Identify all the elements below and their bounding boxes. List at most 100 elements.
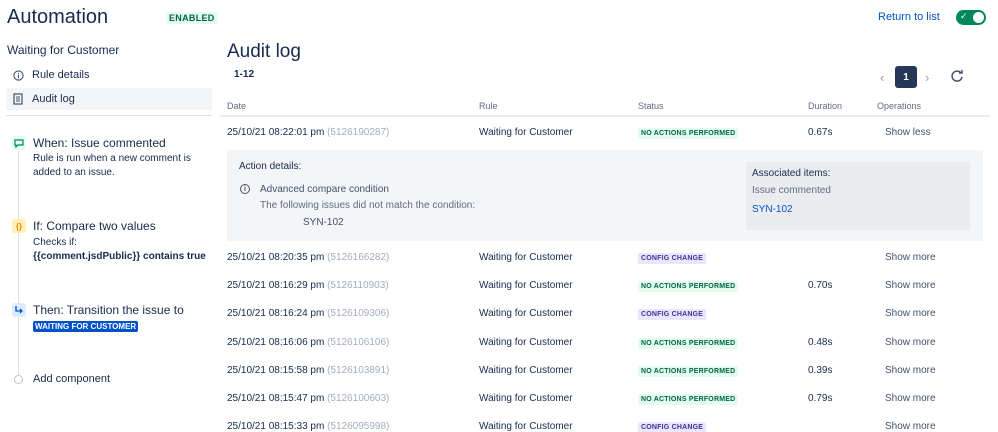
- condition-name: Advanced compare condition: [260, 184, 389, 195]
- rule-enabled-toggle[interactable]: ✓: [956, 10, 986, 25]
- row-id: (5126110903): [327, 280, 389, 291]
- column-header-operations: Operations: [877, 101, 922, 111]
- row-date: 25/10/21 08:16:06 pm (5126106106): [227, 337, 389, 348]
- table-row[interactable]: 25/10/21 08:16:06 pm (5126106106) Waitin…: [220, 331, 990, 359]
- sidebar-item-label: Audit log: [32, 93, 75, 105]
- table-header-divider: [220, 115, 990, 117]
- row-id: (5126100603): [327, 393, 390, 404]
- info-circle-icon: [12, 69, 24, 81]
- row-id: (5126109306): [327, 308, 390, 319]
- action-details-panel: Action details: i Advanced compare condi…: [227, 150, 983, 241]
- row-duration: 0.39s: [808, 365, 833, 376]
- condition-description: Checks if: {{comment.jsdPublic}} contain…: [33, 236, 206, 264]
- condition-issue-key: SYN-102: [303, 217, 344, 228]
- table-row[interactable]: 25/10/21 08:16:29 pm (5126110903) Waitin…: [220, 274, 990, 302]
- braces-icon: {}: [12, 219, 26, 233]
- sidebar-item-rule-details[interactable]: Rule details: [6, 64, 212, 86]
- row-rule: Waiting for Customer: [479, 127, 573, 138]
- row-date: 25/10/21 08:16:24 pm (5126109306): [227, 308, 389, 319]
- page-1-button[interactable]: 1: [895, 66, 917, 88]
- table-row[interactable]: 25/10/21 08:15:33 pm (5126095998) Waitin…: [220, 415, 990, 432]
- row-date: 25/10/21 08:20:35 pm (5126166282): [227, 252, 389, 263]
- row-date: 25/10/21 08:16:29 pm (5126110903): [227, 280, 389, 291]
- result-range: 1-12: [234, 69, 255, 80]
- sidebar-item-label: Rule details: [32, 69, 90, 81]
- row-id: (5126106106): [327, 337, 390, 348]
- column-header-duration: Duration: [808, 101, 843, 111]
- show-less-link[interactable]: Show less: [885, 127, 931, 138]
- row-rule: Waiting for Customer: [479, 252, 573, 263]
- row-rule: Waiting for Customer: [479, 280, 573, 291]
- sidebar-item-audit-log[interactable]: Audit log: [6, 88, 212, 110]
- status-badge: CONFIG CHANGE: [638, 422, 707, 432]
- column-header-rule: Rule: [479, 101, 498, 111]
- app-title: Automation: [7, 6, 109, 28]
- chevron-left-icon[interactable]: ‹: [880, 70, 884, 85]
- associated-items-title: Associated items:: [752, 168, 831, 179]
- chevron-right-icon[interactable]: ›: [925, 70, 929, 85]
- check-icon: ✓: [960, 11, 968, 21]
- row-id: (5126095998): [327, 421, 390, 432]
- trigger-title[interactable]: When: Issue commented: [33, 136, 166, 150]
- table-row[interactable]: 25/10/21 08:16:24 pm (5126109306) Waitin…: [220, 302, 990, 330]
- row-rule: Waiting for Customer: [479, 365, 573, 376]
- enabled-badge: ENABLED: [166, 12, 218, 24]
- row-date-text: 25/10/21 08:20:35 pm: [227, 252, 325, 263]
- show-more-link[interactable]: Show more: [885, 308, 936, 319]
- status-badge: NO ACTIONS PERFORMED: [638, 366, 739, 377]
- table-row[interactable]: 25/10/21 08:20:35 pm (5126166282) Waitin…: [220, 246, 990, 274]
- row-rule: Waiting for Customer: [479, 337, 573, 348]
- status-badge: NO ACTIONS PERFORMED: [638, 338, 739, 349]
- row-date-text: 25/10/21 08:15:47 pm: [227, 393, 325, 404]
- row-duration: 0.70s: [808, 280, 833, 291]
- row-date: 25/10/21 08:15:58 pm (5126103891): [227, 365, 389, 376]
- column-header-status: Status: [638, 101, 664, 111]
- row-id: (5126190287): [327, 127, 390, 138]
- rule-name-heading: Waiting for Customer: [7, 43, 120, 57]
- row-rule: Waiting for Customer: [479, 393, 573, 404]
- show-more-link[interactable]: Show more: [885, 280, 936, 291]
- page-title: Audit log: [227, 41, 301, 62]
- table-row[interactable]: 25/10/21 08:15:47 pm (5126100603) Waitin…: [220, 387, 990, 415]
- row-duration: 0.79s: [808, 393, 833, 404]
- show-more-link[interactable]: Show more: [885, 393, 936, 404]
- trigger-description: Rule is run when a new comment is added …: [33, 152, 191, 180]
- row-date-text: 25/10/21 08:15:58 pm: [227, 365, 325, 376]
- associated-items-subtitle: Issue commented: [752, 185, 831, 196]
- condition-expression: {{comment.jsdPublic}} contains true: [33, 251, 206, 262]
- add-component-button[interactable]: Add component: [33, 373, 110, 385]
- toggle-knob: [973, 12, 984, 23]
- column-header-date: Date: [227, 101, 247, 111]
- associated-items-box: Associated items: Issue commented SYN-10…: [746, 162, 970, 230]
- show-more-link[interactable]: Show more: [885, 421, 936, 432]
- status-badge: NO ACTIONS PERFORMED: [638, 394, 739, 405]
- status-badge: CONFIG CHANGE: [638, 309, 707, 320]
- row-date-text: 25/10/21 08:16:24 pm: [227, 308, 325, 319]
- row-date-text: 25/10/21 08:16:06 pm: [227, 337, 325, 348]
- row-date: 25/10/21 08:22:01 pm (5126190287): [227, 127, 389, 138]
- row-rule: Waiting for Customer: [479, 421, 573, 432]
- info-circle-icon: i: [240, 184, 250, 194]
- refresh-icon[interactable]: [950, 69, 964, 86]
- associated-issue-link[interactable]: SYN-102: [752, 204, 793, 215]
- show-more-link[interactable]: Show more: [885, 337, 936, 348]
- show-more-link[interactable]: Show more: [885, 252, 936, 263]
- sidebar-divider: [6, 115, 212, 116]
- component-timeline: [18, 150, 19, 375]
- table-row[interactable]: 25/10/21 08:15:58 pm (5126103891) Waitin…: [220, 359, 990, 387]
- transition-icon: [12, 303, 26, 317]
- row-date: 25/10/21 08:15:47 pm (5126100603): [227, 393, 389, 404]
- table-row: 25/10/21 08:22:01 pm (5126190287) Waitin…: [220, 121, 990, 149]
- return-to-list-link[interactable]: Return to list: [878, 11, 940, 23]
- status-badge: NO ACTIONS PERFORMED: [638, 281, 739, 292]
- show-more-link[interactable]: Show more: [885, 365, 936, 376]
- comment-icon: [12, 136, 26, 150]
- condition-title[interactable]: If: Compare two values: [33, 219, 156, 233]
- details-heading: Action details:: [239, 161, 302, 172]
- status-badge: CONFIG CHANGE: [638, 253, 707, 264]
- status-badge: NO ACTIONS PERFORMED: [638, 128, 739, 139]
- add-component-dot: [14, 375, 23, 384]
- action-title[interactable]: Then: Transition the issue to: [33, 303, 184, 317]
- row-duration: 0.67s: [808, 127, 833, 138]
- condition-desc-line: Checks if:: [33, 237, 77, 248]
